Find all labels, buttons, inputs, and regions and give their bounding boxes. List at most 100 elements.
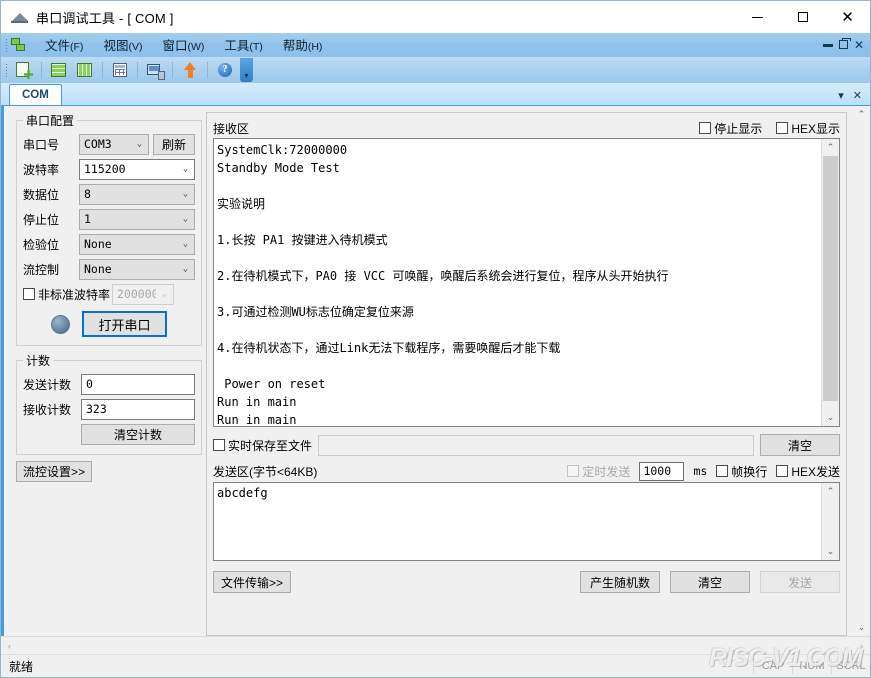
timed-send-label: 定时发送	[582, 464, 631, 479]
window-title: 串口调试工具 - [ COM ]	[36, 10, 174, 26]
menu-tools-label: 工具	[224, 39, 250, 53]
flow-control-select[interactable]: None ⌄	[79, 258, 195, 280]
file-transfer-button[interactable]: 文件传输>>	[213, 571, 291, 593]
minimize-button[interactable]	[735, 1, 780, 33]
toolbar-overflow-button[interactable]: ▾	[240, 58, 253, 82]
title-bar: 串口调试工具 - [ COM ] ✕	[1, 1, 870, 33]
baud-value: 115200	[84, 162, 126, 176]
flow-control-value: None	[84, 262, 112, 276]
flow-settings-label: 流控设置>>	[23, 465, 86, 479]
scroll-down-icon[interactable]: ⌄	[853, 619, 870, 636]
stop-bits-select[interactable]: 1 ⌄	[79, 208, 195, 230]
flow-settings-button[interactable]: 流控设置>>	[16, 461, 93, 482]
status-indicators: CAP NUM SCRL	[753, 658, 870, 674]
mdi-child-controls: ✕	[822, 38, 870, 51]
scroll-up-icon[interactable]: ⌃	[853, 106, 870, 123]
hex-display-checkbox[interactable]: HEX显示	[776, 120, 840, 137]
tile-horizontal-icon[interactable]	[48, 59, 70, 81]
toolbar-grip[interactable]	[5, 63, 8, 77]
clear-receive-button[interactable]: 清空	[760, 434, 840, 456]
receive-scrollbar[interactable]: ⌃ ⌄	[821, 139, 839, 426]
scroll-track[interactable]	[822, 500, 839, 543]
save-to-file-checkbox[interactable]: 实时保存至文件	[213, 437, 312, 454]
save-path-input[interactable]	[318, 434, 754, 456]
scroll-up-icon[interactable]: ⌃	[822, 483, 839, 500]
rx-count-row: 接收计数 323	[23, 398, 195, 420]
parity-select[interactable]: None ⌄	[79, 233, 195, 255]
send-button[interactable]: 发送	[760, 571, 840, 593]
close-button[interactable]: ✕	[825, 1, 870, 33]
refresh-ports-button[interactable]: 刷新	[153, 133, 195, 155]
rx-count-value[interactable]: 323	[81, 398, 195, 420]
clear-counters-button[interactable]: 清空计数	[81, 423, 195, 445]
stop-display-checkbox[interactable]: 停止显示	[699, 120, 762, 137]
menu-item-window[interactable]: 窗口(W)	[152, 32, 214, 58]
scroll-down-icon[interactable]: ⌄	[822, 409, 839, 426]
help-icon[interactable]: ?	[214, 59, 236, 81]
child-minimize-button[interactable]	[822, 39, 833, 51]
scroll-left-icon[interactable]: ‹	[1, 637, 18, 654]
application-window: 串口调试工具 - [ COM ] ✕ 文件(F) 视图(V) 窗口(W) 工具(…	[0, 0, 871, 678]
parity-label: 检验位	[23, 237, 60, 252]
menu-grip[interactable]	[5, 38, 8, 52]
close-icon: ✕	[841, 7, 854, 26]
chevron-down-icon: ⌄	[182, 164, 189, 174]
toolbar-separator	[172, 62, 173, 78]
port-label: 串口号	[23, 137, 60, 152]
calculator-icon[interactable]	[109, 59, 131, 81]
data-bits-select[interactable]: 8 ⌄	[79, 183, 195, 205]
child-restore-button[interactable]	[838, 38, 851, 51]
data-bits-label: 数据位	[23, 187, 60, 202]
tab-list-icon[interactable]: ▾	[838, 91, 844, 102]
send-actions-row: 文件传输>> 产生随机数 清空 发送	[213, 567, 840, 597]
maximize-button[interactable]	[780, 1, 825, 33]
menu-item-tools[interactable]: 工具(T)	[214, 32, 272, 58]
menu-item-view[interactable]: 视图(V)	[93, 32, 152, 58]
open-port-button[interactable]: 打开串口	[82, 311, 167, 337]
frame-newline-checkbox[interactable]: 帧换行	[716, 463, 767, 480]
scroll-thumb[interactable]	[823, 156, 838, 401]
baud-select[interactable]: 115200 ⌄	[79, 158, 195, 180]
random-data-button[interactable]: 产生随机数	[580, 571, 660, 593]
scroll-track[interactable]	[18, 637, 853, 654]
clear-send-button[interactable]: 清空	[670, 571, 750, 593]
scroll-up-icon[interactable]: ⌃	[822, 139, 839, 156]
new-document-icon[interactable]	[13, 59, 35, 81]
send-scrollbar[interactable]: ⌃ ⌄	[821, 483, 839, 560]
checkbox-box	[23, 288, 35, 300]
receive-title: 接收区	[213, 121, 250, 136]
stop-bits-label: 停止位	[23, 212, 60, 227]
monitor-icon[interactable]	[144, 59, 166, 81]
timed-send-checkbox[interactable]: 定时发送	[567, 463, 630, 480]
clear-counters-row: 清空计数	[23, 423, 195, 445]
flow-control-label: 流控制	[23, 262, 60, 277]
hex-send-checkbox[interactable]: HEX发送	[776, 463, 840, 480]
scroll-track[interactable]	[822, 156, 839, 409]
upload-icon[interactable]	[179, 59, 201, 81]
menu-item-help[interactable]: 帮助(H)	[273, 32, 333, 58]
scroll-right-icon[interactable]: ›	[853, 637, 870, 654]
frame-newline-label: 帧换行	[731, 464, 768, 479]
chevron-down-icon: ⌄	[182, 214, 189, 224]
send-textarea[interactable]: abcdefg ⌃ ⌄	[213, 482, 840, 561]
mdi-horizontal-scrollbar[interactable]: ‹ ›	[1, 636, 870, 654]
mdi-vertical-scrollbar[interactable]: ⌃ ⌄	[853, 106, 870, 636]
child-close-button[interactable]: ✕	[854, 39, 864, 51]
custom-baud-value: 200000	[117, 287, 157, 301]
tx-count-value[interactable]: 0	[81, 373, 195, 395]
tab-close-icon[interactable]: ✕	[853, 91, 862, 102]
tab-com-label: COM	[22, 89, 49, 101]
receive-textarea[interactable]: SystemClk:72000000 Standby Mode Test 实验说…	[213, 138, 840, 427]
scroll-track[interactable]	[853, 123, 870, 619]
send-title: 发送区(字节<64KB)	[213, 464, 318, 479]
tab-com[interactable]: COM	[9, 84, 62, 105]
menu-item-file[interactable]: 文件(F)	[35, 32, 93, 58]
scroll-down-icon[interactable]: ⌄	[822, 543, 839, 560]
menu-window-label: 窗口	[162, 39, 188, 53]
tile-vertical-icon[interactable]	[74, 59, 96, 81]
toolbar-separator	[41, 62, 42, 78]
toolbar-separator	[137, 62, 138, 78]
custom-baud-checkbox[interactable]: 非标准波特率	[23, 286, 110, 303]
send-interval-input[interactable]: 1000	[639, 461, 685, 481]
port-select[interactable]: COM3 ⌄	[79, 133, 149, 155]
